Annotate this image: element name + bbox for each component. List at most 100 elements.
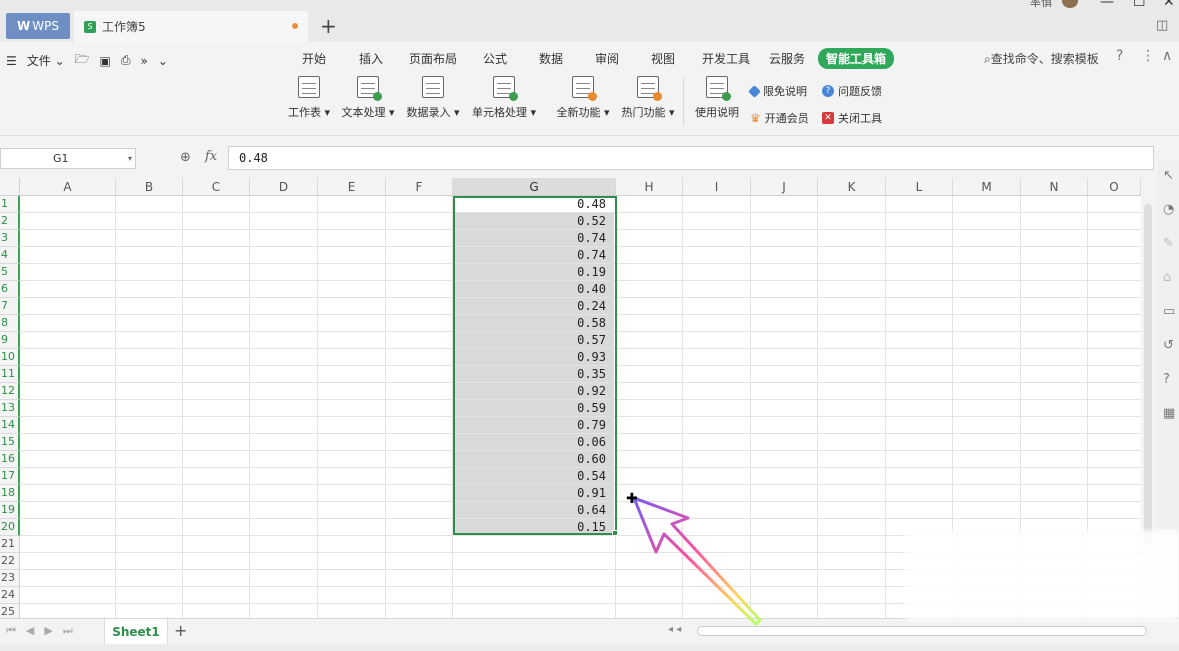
row-header-23[interactable]: 23 xyxy=(0,570,20,587)
tab-review[interactable]: 审阅 xyxy=(595,50,619,67)
cell-g6[interactable]: 0.40 xyxy=(455,281,614,297)
cell-g13[interactable]: 0.59 xyxy=(455,400,614,416)
cell-g10[interactable]: 0.93 xyxy=(455,349,614,365)
row-header-9[interactable]: 9 xyxy=(0,332,20,349)
column-header-f[interactable]: F xyxy=(386,178,453,196)
worksheet-button[interactable]: 工作表 ▾ xyxy=(287,76,331,120)
column-header-n[interactable]: N xyxy=(1021,178,1088,196)
cell-g17[interactable]: 0.54 xyxy=(455,468,614,484)
tab-developer[interactable]: 开发工具 xyxy=(702,50,750,67)
cell-g11[interactable]: 0.35 xyxy=(455,366,614,382)
row-header-20[interactable]: 20 xyxy=(0,519,20,536)
style-icon[interactable]: ✎ xyxy=(1163,236,1174,251)
backup-icon[interactable]: ▭ xyxy=(1163,304,1175,319)
cell-processing-button[interactable]: 单元格处理 ▾ xyxy=(470,76,538,120)
column-header-o[interactable]: O xyxy=(1088,178,1141,196)
new-features-button[interactable]: 全新功能 ▾ xyxy=(555,76,611,120)
row-header-5[interactable]: 5 xyxy=(0,264,20,281)
row-header-6[interactable]: 6 xyxy=(0,281,20,298)
cell-g15[interactable]: 0.06 xyxy=(455,434,614,450)
fill-handle[interactable] xyxy=(612,530,618,536)
cell-g3[interactable]: 0.74 xyxy=(455,230,614,246)
cell-g14[interactable]: 0.79 xyxy=(455,417,614,433)
column-header-k[interactable]: K xyxy=(818,178,886,196)
tab-page-layout[interactable]: 页面布局 xyxy=(409,50,457,67)
print-icon[interactable]: ⎙ xyxy=(121,53,131,68)
more-options-icon[interactable]: ⋮ xyxy=(1141,48,1155,64)
row-header-24[interactable]: 24 xyxy=(0,587,20,604)
shapes-icon[interactable]: ◔ xyxy=(1163,202,1174,217)
avatar[interactable] xyxy=(1062,0,1078,8)
row-header-8[interactable]: 8 xyxy=(0,315,20,332)
help-icon[interactable]: ? xyxy=(1116,48,1123,64)
cell-g19[interactable]: 0.64 xyxy=(455,502,614,518)
add-sheet-button[interactable]: + xyxy=(174,621,187,640)
wps-home-tab[interactable]: W WPS xyxy=(6,13,70,39)
cell-g7[interactable]: 0.24 xyxy=(455,298,614,314)
cell-g18[interactable]: 0.91 xyxy=(455,485,614,501)
vertical-scroll-thumb[interactable] xyxy=(1144,204,1152,544)
close-tool-button[interactable]: ✕ 关闭工具 xyxy=(822,110,882,126)
format-icon[interactable]: ⌂ xyxy=(1163,270,1171,285)
row-header-7[interactable]: 7 xyxy=(0,298,20,315)
row-header-25[interactable]: 25 xyxy=(0,604,20,618)
column-header-i[interactable]: I xyxy=(683,178,751,196)
row-header-3[interactable]: 3 xyxy=(0,230,20,247)
panel-toggle-icon[interactable]: ◫ xyxy=(1156,18,1168,33)
feedback-button[interactable]: ? 问题反馈 xyxy=(822,83,882,99)
row-header-11[interactable]: 11 xyxy=(0,366,20,383)
hamburger-icon[interactable]: ☰ xyxy=(6,54,17,68)
formula-input[interactable]: 0.48 xyxy=(228,146,1154,170)
vip-button[interactable]: ♛ 开通会员 xyxy=(750,110,809,126)
fx-icon[interactable]: fx xyxy=(205,149,217,164)
select-all-corner[interactable] xyxy=(0,178,20,196)
maximize-button[interactable]: ☐ xyxy=(1133,0,1146,10)
column-header-b[interactable]: B xyxy=(116,178,183,196)
popular-features-button[interactable]: 热门功能 ▾ xyxy=(620,76,676,120)
column-header-c[interactable]: C xyxy=(183,178,250,196)
row-header-15[interactable]: 15 xyxy=(0,434,20,451)
chevron-down-icon[interactable]: ▾ xyxy=(128,149,132,168)
tab-smart-toolbox[interactable]: 智能工具箱 xyxy=(818,48,894,69)
tab-home[interactable]: 开始 xyxy=(302,50,326,67)
row-header-1[interactable]: 1 xyxy=(0,196,20,213)
row-header-21[interactable]: 21 xyxy=(0,536,20,553)
command-search[interactable]: ⌕查找命令、搜索模板 xyxy=(984,50,1099,67)
tab-view[interactable]: 视图 xyxy=(651,50,675,67)
name-box[interactable]: G1 ▾ xyxy=(0,148,136,169)
tab-data[interactable]: 数据 xyxy=(539,50,563,67)
row-header-4[interactable]: 4 xyxy=(0,247,20,264)
customize-icon[interactable]: ⌄ xyxy=(158,54,168,68)
more-icon[interactable]: » xyxy=(141,54,148,68)
column-header-d[interactable]: D xyxy=(250,178,318,196)
document-tab[interactable]: S 工作簿5 xyxy=(74,11,308,42)
cell-g4[interactable]: 0.74 xyxy=(455,247,614,263)
save-icon[interactable]: ▣ xyxy=(100,54,111,68)
row-header-19[interactable]: 19 xyxy=(0,502,20,519)
row-header-14[interactable]: 14 xyxy=(0,417,20,434)
column-header-a[interactable]: A xyxy=(20,178,116,196)
history-icon[interactable]: ↺ xyxy=(1163,338,1174,353)
row-header-17[interactable]: 17 xyxy=(0,468,20,485)
column-header-m[interactable]: M xyxy=(953,178,1021,196)
sheet-tab-sheet1[interactable]: Sheet1 xyxy=(104,619,168,644)
row-header-12[interactable]: 12 xyxy=(0,383,20,400)
cell-g9[interactable]: 0.57 xyxy=(455,332,614,348)
column-header-j[interactable]: J xyxy=(751,178,818,196)
row-header-22[interactable]: 22 xyxy=(0,553,20,570)
zoom-formula-icon[interactable]: ⊕ xyxy=(180,150,191,165)
cell-g1[interactable]: 0.48 xyxy=(455,196,614,212)
minimize-button[interactable]: — xyxy=(1100,0,1114,10)
pointer-icon[interactable]: ↖ xyxy=(1163,168,1174,183)
cell-g12[interactable]: 0.92 xyxy=(455,383,614,399)
text-processing-button[interactable]: 文本处理 ▾ xyxy=(340,76,396,120)
data-entry-button[interactable]: 数据录入 ▾ xyxy=(405,76,461,120)
column-header-h[interactable]: H xyxy=(616,178,683,196)
cell-g16[interactable]: 0.60 xyxy=(455,451,614,467)
column-header-g[interactable]: G xyxy=(453,178,616,196)
cell-g8[interactable]: 0.58 xyxy=(455,315,614,331)
cell-g5[interactable]: 0.19 xyxy=(455,264,614,280)
collapse-ribbon-icon[interactable]: ∧ xyxy=(1162,48,1172,64)
row-header-13[interactable]: 13 xyxy=(0,400,20,417)
close-button[interactable]: ✕ xyxy=(1163,0,1175,10)
